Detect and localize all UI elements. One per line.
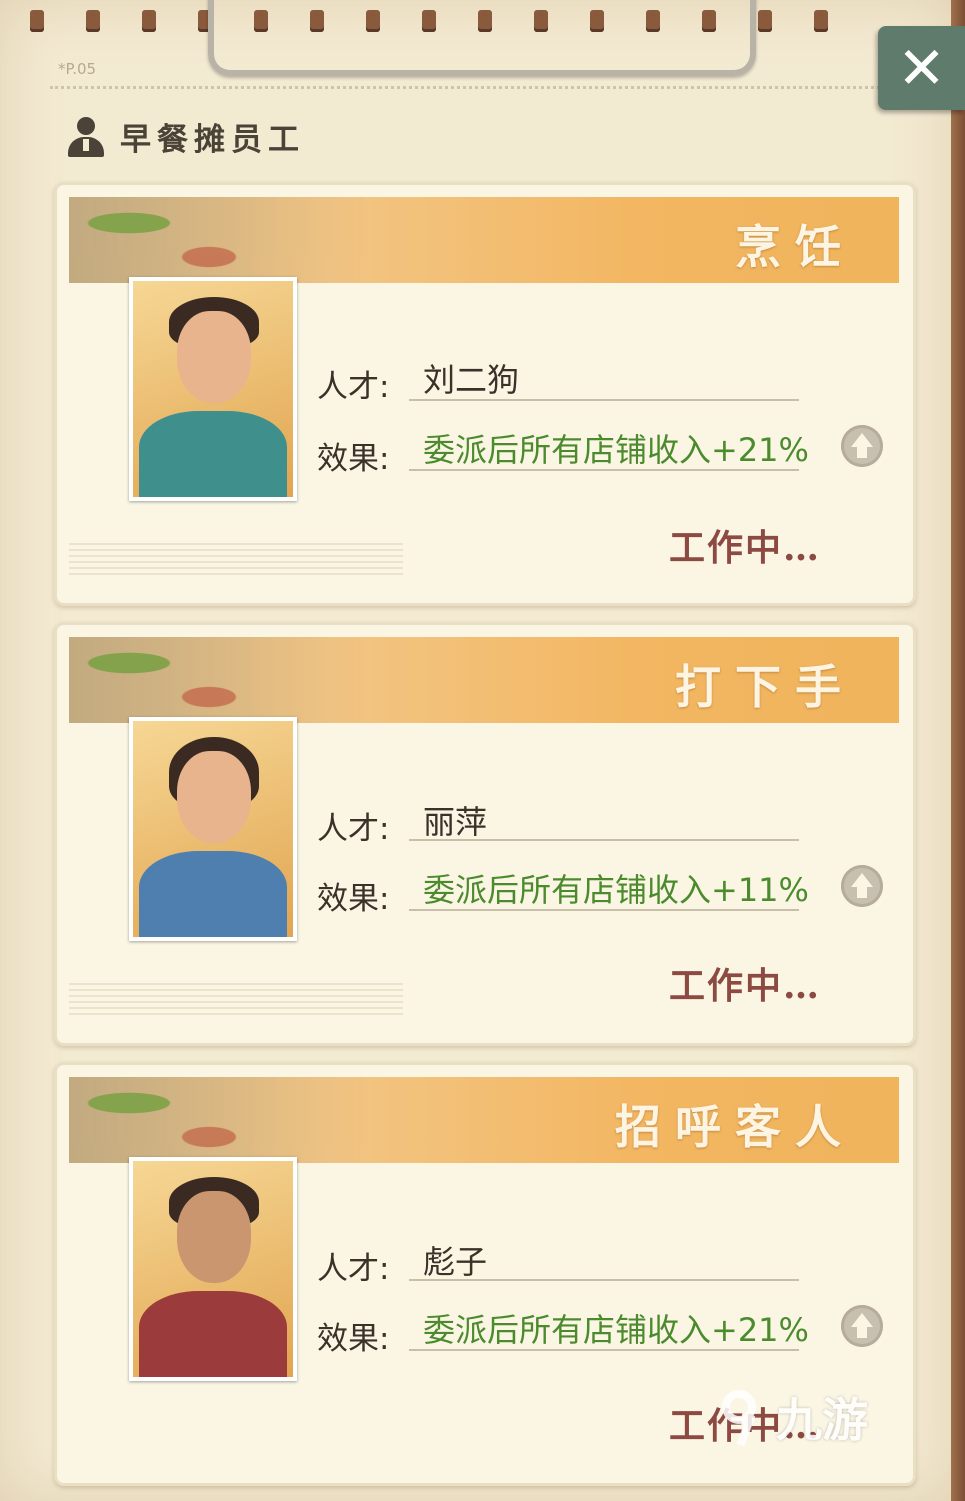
role-title: 烹饪	[735, 220, 855, 274]
effect-label: 效果:	[317, 441, 390, 477]
employee-portrait	[129, 1157, 297, 1381]
arrow-up-icon	[841, 865, 883, 907]
work-status: 工作中…	[669, 965, 822, 1007]
card-header: 招呼客人	[69, 1077, 899, 1163]
employee-portrait	[129, 717, 297, 941]
effect-underline	[409, 469, 799, 471]
employee-portrait	[129, 277, 297, 501]
effect-label: 效果:	[317, 881, 390, 917]
name-underline	[409, 399, 799, 401]
binding-hole	[30, 10, 44, 32]
watermark-text: 九游	[776, 1393, 868, 1447]
close-button[interactable]: ✕	[878, 26, 965, 110]
food-decoration	[69, 1077, 369, 1163]
watermark-logo-icon	[716, 1386, 768, 1448]
close-icon: ✕	[897, 34, 946, 102]
talent-label: 人才:	[317, 1251, 390, 1287]
role-title: 招呼客人	[615, 1100, 855, 1154]
name-underline	[409, 839, 799, 841]
notebook-edge	[951, 0, 965, 1501]
work-status: 工作中…	[669, 527, 822, 569]
section-title: 早餐摊员工	[120, 122, 305, 158]
food-decoration	[69, 637, 369, 723]
card-header: 打下手	[69, 637, 899, 723]
binding-hole	[142, 10, 156, 32]
page-number: *P.05	[58, 60, 97, 78]
binding-hole	[86, 10, 100, 32]
card-stripes	[69, 983, 403, 1017]
effect-value: 委派后所有店铺收入+21%	[423, 431, 809, 469]
card-stripes	[69, 543, 403, 577]
effect-label: 效果:	[317, 1321, 390, 1357]
section-header: 早餐摊员工	[64, 114, 305, 159]
role-title: 打下手	[675, 660, 855, 714]
employee-card[interactable]: 打下手 人才: 丽萍 效果: 委派后所有店铺收入+11% 工作中…	[54, 622, 916, 1046]
arrow-up-icon	[841, 425, 883, 467]
binding-hole	[758, 10, 772, 32]
header-divider	[50, 86, 880, 89]
effect-value: 委派后所有店铺收入+21%	[423, 1311, 809, 1349]
talent-label: 人才:	[317, 811, 390, 847]
employee-card[interactable]: 烹饪 人才: 刘二狗 效果: 委派后所有店铺收入+21% 工作中…	[54, 182, 916, 606]
employee-name: 刘二狗	[423, 361, 520, 399]
staff-icon	[64, 115, 108, 159]
card-header: 烹饪	[69, 197, 899, 283]
talent-label: 人才:	[317, 369, 390, 405]
name-underline	[409, 1279, 799, 1281]
effect-underline	[409, 909, 799, 911]
arrow-up-icon	[841, 1305, 883, 1347]
effect-underline	[409, 1349, 799, 1351]
employee-name: 彪子	[423, 1243, 488, 1281]
binder-clip	[208, 0, 756, 76]
binding-hole	[814, 10, 828, 32]
effect-value: 委派后所有店铺收入+11%	[423, 871, 809, 909]
site-watermark: 九游	[716, 1384, 868, 1450]
employee-name: 丽萍	[423, 803, 488, 841]
food-decoration	[69, 197, 369, 283]
